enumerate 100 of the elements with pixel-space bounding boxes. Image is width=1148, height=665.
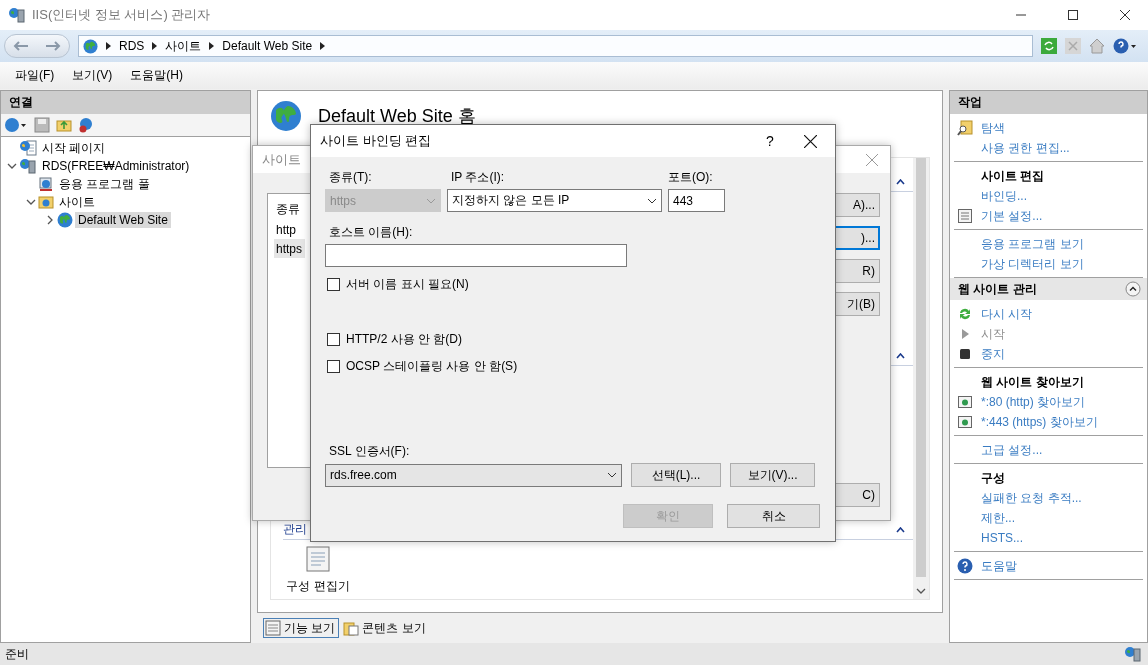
checkbox[interactable] (327, 333, 340, 346)
collapse-caret-icon[interactable] (896, 178, 905, 185)
breadcrumb-item[interactable]: Default Web Site (222, 39, 313, 53)
maximize-icon[interactable] (1068, 10, 1078, 20)
globe-dropdown-icon[interactable] (4, 117, 28, 133)
action-link[interactable]: 다시 시작 (981, 305, 1033, 323)
ip-dropdown[interactable]: 지정하지 않은 모든 IP (447, 189, 662, 212)
help-icon[interactable] (1113, 38, 1137, 54)
action-link[interactable]: *:80 (http) 찾아보기 (981, 393, 1086, 411)
host-name-field[interactable] (325, 244, 627, 267)
collapse-chevron-icon[interactable] (7, 161, 17, 171)
menu-item[interactable]: 보기(V) (72, 67, 113, 84)
pane-title: 연결 (1, 91, 250, 114)
pane-title: 작업 (950, 91, 1147, 114)
action-link[interactable]: 제한... (981, 509, 1015, 527)
action-link[interactable]: 바인딩... (981, 187, 1027, 205)
folder-document-icon[interactable] (343, 620, 360, 636)
stop-icon[interactable] (957, 346, 973, 362)
view-tab[interactable]: 콘텐츠 보기 (341, 618, 430, 638)
globe-icon (270, 100, 302, 132)
browser-window-icon (957, 414, 973, 430)
folder-magnifier-icon (957, 120, 973, 136)
breadcrumb-arrow-icon[interactable] (320, 42, 326, 50)
column-header[interactable]: 종류 (274, 198, 300, 220)
action-link[interactable]: 사용 권한 편집... (981, 139, 1070, 157)
address-bar[interactable]: RDS 사이트 Default Web Site (78, 35, 1033, 57)
tree-item[interactable]: 시작 페이지 (39, 138, 109, 158)
dialog-button[interactable]: 선택(L)... (631, 463, 721, 487)
form-icon (957, 208, 973, 224)
server-globe-icon (1124, 646, 1142, 662)
dialog-title: 사이트 (262, 150, 301, 169)
breadcrumb-arrow-icon[interactable] (106, 42, 111, 50)
checkbox[interactable] (327, 278, 340, 291)
dialog-title: 사이트 바인딩 편집 (320, 132, 432, 150)
action-heading: 사이트 편집 (981, 167, 1045, 185)
globe-icon (57, 212, 73, 228)
list-row[interactable]: https (274, 239, 305, 258)
action-heading: 웹 사이트 찾아보기 (981, 373, 1084, 391)
page-globe-icon (19, 140, 37, 156)
refresh-icon (957, 306, 973, 322)
page-title: Default Web Site 홈 (318, 105, 476, 128)
folder-globe-icon (38, 194, 54, 210)
group-title: 관리 (283, 521, 307, 538)
collapse-caret-icon[interactable] (896, 352, 905, 359)
menu-item[interactable]: 파일(F) (15, 67, 55, 84)
action-link[interactable]: HSTS... (981, 531, 1023, 545)
app-pool-icon (38, 176, 54, 192)
action-link[interactable]: 기본 설정... (981, 207, 1043, 225)
disconnect-icon[interactable] (78, 117, 94, 133)
expand-chevron-icon[interactable] (45, 215, 55, 225)
breadcrumb-arrow-icon[interactable] (152, 42, 158, 50)
checkbox-label[interactable]: HTTP/2 사용 안 함(D) (346, 331, 462, 348)
action-link[interactable]: 가상 디렉터리 보기 (981, 255, 1084, 273)
scrollbar[interactable] (913, 158, 929, 599)
action-link[interactable]: 고급 설정... (981, 441, 1043, 459)
breadcrumb-item[interactable]: RDS (119, 39, 145, 53)
field-label: 종류(T): (328, 169, 373, 186)
dialog-button[interactable]: 보기(V)... (730, 463, 815, 487)
action-link[interactable]: 도움말 (981, 557, 1017, 575)
globe-icon (83, 38, 98, 54)
field-label: IP 주소(I): (450, 169, 506, 186)
certificate-dropdown[interactable]: rds.free.com (325, 463, 622, 487)
action-link[interactable]: 응용 프로그램 보기 (981, 235, 1084, 253)
refresh-icon[interactable] (1041, 38, 1057, 54)
field-label: 포트(O): (668, 169, 714, 186)
tree-item[interactable]: 사이트 (56, 192, 98, 212)
field-label: 호스트 이름(H): (328, 224, 414, 241)
breadcrumb-item[interactable]: 사이트 (165, 37, 202, 55)
action-link[interactable]: 중지 (981, 345, 1005, 363)
folder-up-icon[interactable] (56, 117, 72, 133)
action-link[interactable]: 탐색 (981, 119, 1005, 137)
checkbox[interactable] (327, 360, 340, 373)
action-heading: 구성 (981, 469, 1005, 487)
collapse-chevron-icon[interactable] (26, 197, 36, 207)
tree-item[interactable]: Default Web Site (75, 212, 171, 228)
back-forward-buttons[interactable] (4, 34, 70, 58)
list-row[interactable]: http (274, 220, 299, 239)
server-globe-icon (19, 158, 37, 174)
breadcrumb-arrow-icon[interactable] (209, 42, 215, 50)
window-title: IIS(인터넷 정보 서비스) 관리자 (32, 6, 212, 24)
app-logo-icon (8, 7, 26, 23)
menu-item[interactable]: 도움말(H) (130, 67, 183, 84)
help-button[interactable]: ? (760, 133, 780, 149)
dialog-button[interactable]: 취소 (727, 504, 820, 528)
tree-item[interactable]: 응용 프로그램 풀 (56, 174, 153, 194)
checkbox-label[interactable]: OCSP 스테이플링 사용 안 함(S) (346, 358, 518, 375)
close-icon[interactable] (804, 134, 817, 148)
view-tab[interactable]: 기능 보기 (263, 618, 340, 638)
close-icon[interactable] (1120, 10, 1130, 20)
collapse-circle-icon[interactable] (1125, 281, 1141, 297)
port-field[interactable]: 443 (668, 189, 725, 212)
feature-label[interactable]: 구성 편집기 (286, 578, 350, 595)
collapse-caret-icon[interactable] (896, 526, 905, 533)
section-title: 웹 사이트 관리 (958, 280, 1037, 298)
action-link[interactable]: 실패한 요청 추적... (981, 489, 1082, 507)
browser-window-icon (957, 394, 973, 410)
action-link[interactable]: *:443 (https) 찾아보기 (981, 413, 1098, 431)
tree-item[interactable]: RDS(FREE₩Administrator) (39, 158, 193, 174)
help-icon (957, 558, 973, 574)
checkbox-label[interactable]: 서버 이름 표시 필요(N) (346, 276, 469, 293)
